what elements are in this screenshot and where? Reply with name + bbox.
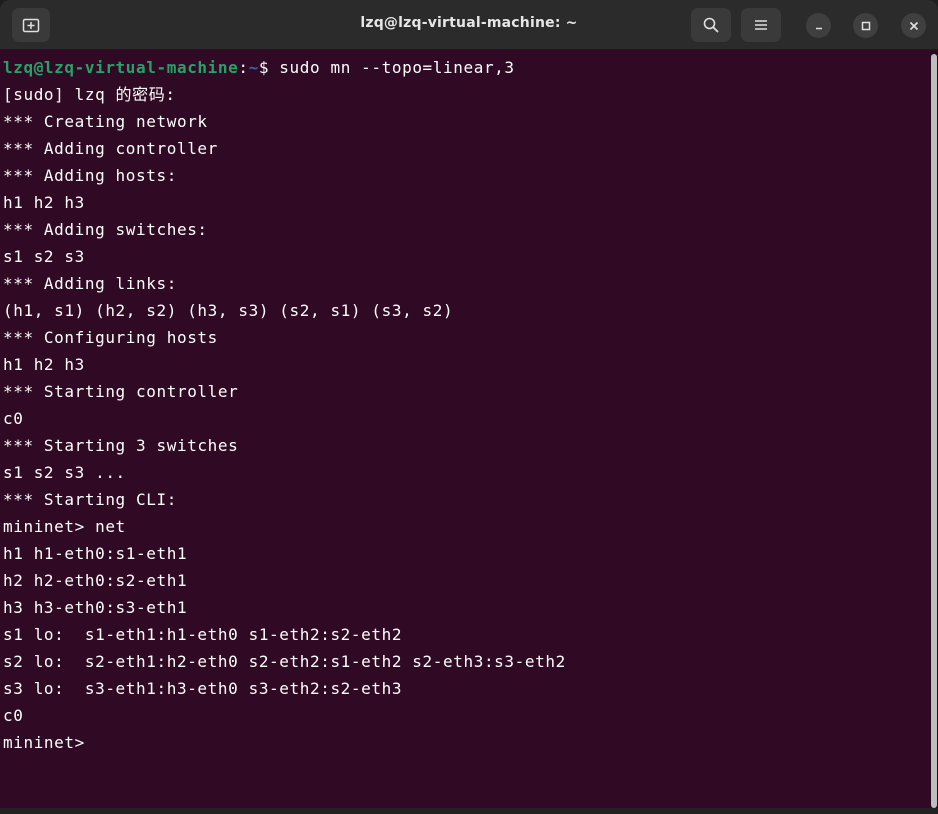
window-bottom-edge [0, 808, 938, 814]
output-line: s2 lo: s2-eth1:h2-eth0 s2-eth2:s1-eth2 s… [3, 652, 566, 671]
output-line: *** Adding hosts: [3, 166, 177, 185]
output-line: h3 h3-eth0:s3-eth1 [3, 598, 188, 617]
output-line: h1 h2 h3 [3, 355, 85, 374]
output-line: h1 h1-eth0:s1-eth1 [3, 544, 188, 563]
prompt-command: sudo mn --topo=linear,3 [279, 58, 515, 77]
output-line: *** Creating network [3, 112, 208, 131]
search-button[interactable] [691, 8, 731, 42]
prompt-colon: : [238, 58, 249, 77]
maximize-icon [861, 21, 870, 30]
output-line: s1 lo: s1-eth1:h1-eth0 s1-eth2:s2-eth2 [3, 625, 403, 644]
output-line: s3 lo: s3-eth1:h3-eth0 s3-eth2:s2-eth3 [3, 679, 403, 698]
title-bar[interactable]: lzq@lzq-virtual-machine: ~ [0, 0, 938, 50]
minimize-icon [815, 27, 822, 29]
output-line: s1 s2 s3 ... [3, 463, 126, 482]
command-line: lzq@lzq-virtual-machine:~$ sudo mn --top… [3, 54, 515, 81]
output-line: mininet> [3, 733, 85, 752]
output-line: *** Adding switches: [3, 220, 208, 239]
output-line: s1 s2 s3 [3, 247, 85, 266]
menu-button[interactable] [741, 8, 781, 42]
maximize-button[interactable] [853, 13, 878, 38]
output-line: [sudo] lzq 的密码: [3, 85, 176, 104]
terminal-content[interactable]: lzq@lzq-virtual-machine:~$ sudo mn --top… [0, 50, 930, 814]
terminal-window: lzq@lzq-virtual-machine: ~ lzq@lzq-virtu… [0, 0, 938, 814]
output-line: *** Starting 3 switches [3, 436, 239, 455]
close-icon [909, 21, 918, 30]
close-button[interactable] [901, 13, 926, 38]
output-line: mininet> net [3, 517, 126, 536]
output-line: *** Adding controller [3, 139, 218, 158]
output-line: *** Starting CLI: [3, 490, 177, 509]
hamburger-menu-icon [755, 20, 767, 30]
scrollbar[interactable] [930, 52, 938, 812]
output-line: c0 [3, 706, 24, 725]
prompt-path: ~ [248, 58, 259, 77]
output-line: h2 h2-eth0:s2-eth1 [3, 571, 188, 590]
output-line: *** Configuring hosts [3, 328, 218, 347]
minimize-button[interactable] [806, 13, 831, 38]
output-line: (h1, s1) (h2, s2) (h3, s3) (s2, s1) (s3,… [3, 301, 454, 320]
prompt-user-host: lzq@lzq-virtual-machine [3, 58, 239, 77]
prompt-symbol: $ [258, 58, 280, 77]
output-line: *** Adding links: [3, 274, 177, 293]
scrollbar-thumb[interactable] [931, 54, 937, 808]
output-line: *** Starting controller [3, 382, 239, 401]
output-line: c0 [3, 409, 24, 428]
output-line: h1 h2 h3 [3, 193, 85, 212]
window-title: lzq@lzq-virtual-machine: ~ [360, 15, 578, 31]
search-icon [703, 17, 719, 33]
